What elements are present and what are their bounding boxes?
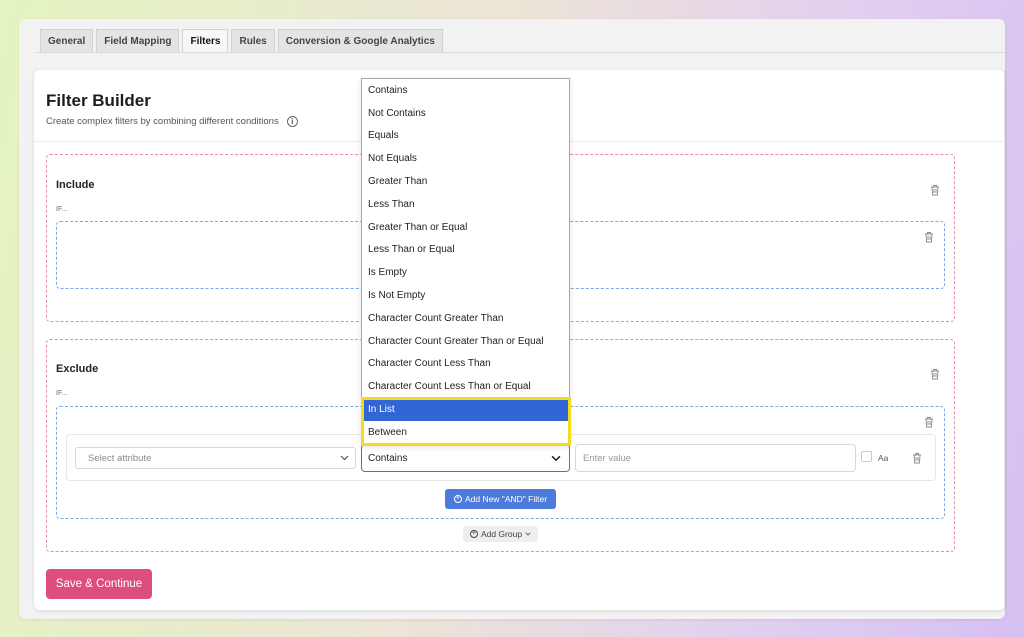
operator-dropdown-list: Contains Not Contains Equals Not Equals Grea… (361, 78, 570, 445)
dropdown-option[interactable]: Not Equals (362, 147, 569, 170)
delete-include-group-trash-icon[interactable] (930, 184, 940, 196)
delete-exclude-group-trash-icon[interactable] (930, 368, 940, 380)
dropdown-option[interactable]: Less Than (362, 193, 569, 216)
case-sensitive-label: Aa (878, 453, 889, 463)
page-title: Filter Builder (46, 91, 151, 110)
tab-filters[interactable]: Filters (182, 29, 229, 53)
attribute-select-placeholder: Select attribute (88, 452, 152, 464)
chevron-down-icon (340, 455, 349, 461)
dropdown-option[interactable]: Is Not Empty (362, 284, 569, 307)
info-icon[interactable]: i (286, 116, 298, 127)
operator-select[interactable]: Contains (361, 444, 570, 472)
dropdown-option[interactable]: Between (362, 421, 569, 444)
dropdown-option[interactable]: Is Empty (362, 261, 569, 284)
tab-field-mapping[interactable]: Field Mapping (96, 29, 180, 53)
add-and-filter-label: Add New "AND" Filter (464, 494, 548, 504)
scrollbar-edge (1004, 70, 1005, 610)
attribute-select[interactable]: Select attribute (75, 447, 356, 469)
tab-rules[interactable]: Rules (231, 29, 275, 53)
add-group-label: Add Group (480, 529, 523, 539)
include-if-label: IF... (56, 206, 68, 213)
save-continue-button[interactable]: Save & Continue (46, 569, 152, 599)
exclude-if-label: IF... (56, 390, 68, 397)
operator-select-value: Contains (368, 452, 408, 464)
chevron-down-icon (551, 455, 561, 462)
plus-circle-icon: + (469, 530, 478, 538)
include-group-label: Include (56, 179, 95, 191)
add-and-filter-button[interactable]: + Add New "AND" Filter (445, 489, 556, 509)
delete-filter-row-trash-icon[interactable] (912, 452, 922, 464)
dropdown-option[interactable]: Less Than or Equal (362, 239, 569, 262)
dropdown-option[interactable]: Character Count Greater Than (362, 307, 569, 330)
plus-circle-icon: + (453, 495, 462, 503)
value-input[interactable] (575, 444, 856, 472)
page-subtitle: Create complex filters by combining diff… (46, 116, 298, 127)
case-sensitive-checkbox[interactable] (861, 451, 872, 462)
subtitle-text: Create complex filters by combining diff… (46, 116, 279, 127)
tab-bar: General Field Mapping Filters Rules Conv… (40, 29, 443, 53)
tab-general[interactable]: General (40, 29, 94, 53)
add-group-button[interactable]: + Add Group (463, 526, 538, 542)
dropdown-option[interactable]: Character Count Less Than (362, 353, 569, 376)
dropdown-option[interactable]: Character Count Greater Than or Equal (362, 330, 569, 353)
chevron-down-icon (525, 532, 531, 536)
delete-exclude-inner-trash-icon[interactable] (924, 416, 934, 428)
dropdown-option[interactable]: In List (362, 398, 569, 421)
exclude-group-label: Exclude (56, 363, 99, 375)
dropdown-option[interactable]: Greater Than or Equal (362, 216, 569, 239)
dropdown-option[interactable]: Contains (362, 79, 569, 102)
dropdown-option[interactable]: Not Contains (362, 102, 569, 125)
delete-include-inner-trash-icon[interactable] (924, 231, 934, 243)
dropdown-option[interactable]: Character Count Less Than or Equal (362, 375, 569, 398)
tab-divider (35, 52, 1005, 53)
tab-conversion-google-analytics[interactable]: Conversion & Google Analytics (277, 29, 443, 53)
dropdown-option[interactable]: Greater Than (362, 170, 569, 193)
dropdown-option[interactable]: Equals (362, 125, 569, 148)
